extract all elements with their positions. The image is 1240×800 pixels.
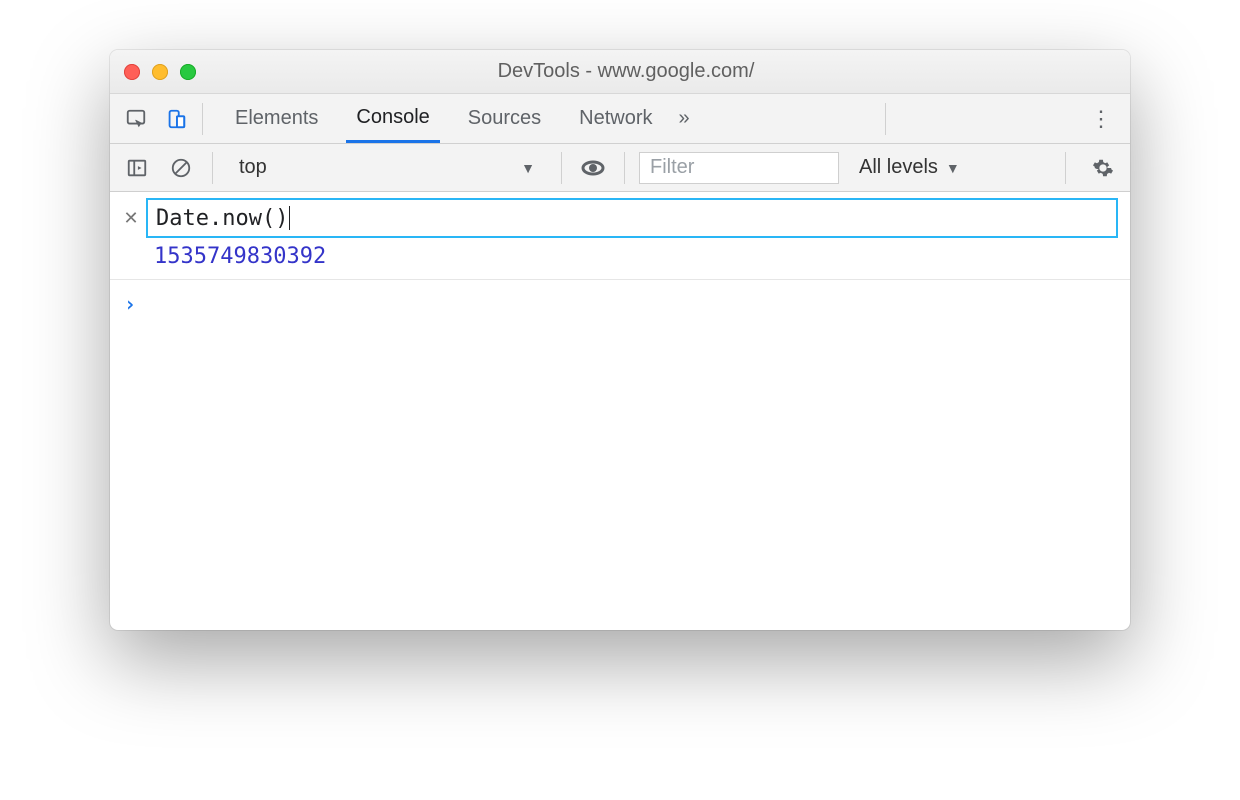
clear-console-icon[interactable] (164, 151, 198, 185)
more-tabs-button[interactable]: » (673, 107, 696, 130)
triangle-down-icon: ▼ (946, 160, 960, 176)
levels-label: All levels (859, 156, 938, 179)
tab-sources[interactable]: Sources (458, 94, 551, 143)
separator (212, 152, 213, 184)
console-toolbar: top ▼ All levels ▼ (110, 144, 1130, 192)
customize-devtools-button[interactable]: ⋮ (1080, 106, 1122, 132)
expression-result: 1535749830392 (110, 242, 1130, 280)
devtools-window: DevTools - www.google.com/ Elements Cons… (110, 50, 1130, 630)
separator (624, 152, 625, 184)
toggle-console-sidebar-icon[interactable] (120, 151, 154, 185)
console-settings-icon[interactable] (1086, 151, 1120, 185)
log-level-selector[interactable]: All levels ▼ (859, 156, 960, 179)
separator (885, 103, 886, 135)
device-toolbar-icon[interactable] (158, 101, 194, 137)
tab-console[interactable]: Console (346, 94, 439, 143)
close-window-button[interactable] (124, 64, 140, 80)
tab-network[interactable]: Network (569, 94, 662, 143)
panel-tabs: Elements Console Sources Network (225, 94, 663, 143)
separator (561, 152, 562, 184)
tab-elements[interactable]: Elements (225, 94, 328, 143)
context-label: top (239, 156, 267, 179)
live-expression-icon[interactable] (576, 151, 610, 185)
triangle-down-icon: ▼ (521, 160, 535, 176)
titlebar: DevTools - www.google.com/ (110, 50, 1130, 94)
console-output: ✕ Date.now() 1535749830392 › (110, 192, 1130, 328)
live-expression-row: ✕ Date.now() (110, 192, 1130, 242)
text-caret (289, 206, 290, 230)
filter-input[interactable] (639, 152, 839, 184)
kebab-icon: ⋮ (1090, 106, 1112, 131)
console-prompt-row[interactable]: › (110, 280, 1130, 328)
remove-expression-icon[interactable]: ✕ (122, 208, 140, 229)
expression-text: Date.now() (156, 206, 288, 231)
execution-context-selector[interactable]: top ▼ (227, 156, 547, 179)
inspect-element-icon[interactable] (118, 101, 154, 137)
main-tabbar: Elements Console Sources Network » ⋮ (110, 94, 1130, 144)
live-expression-input[interactable]: Date.now() (146, 198, 1118, 238)
chevron-right-icon: › (124, 292, 136, 316)
separator (202, 103, 203, 135)
window-title: DevTools - www.google.com/ (166, 60, 1086, 83)
chevron-right-icon: » (679, 107, 690, 130)
separator (1065, 152, 1066, 184)
